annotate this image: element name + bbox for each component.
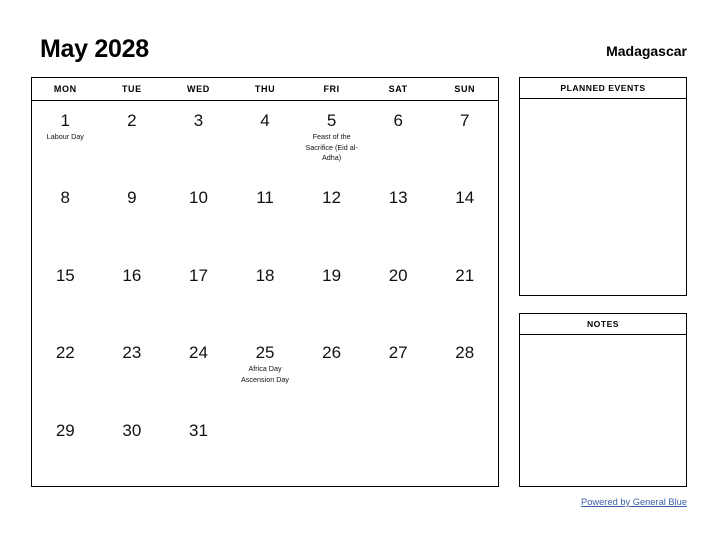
day-cell-12[interactable]: 12 <box>298 178 365 255</box>
planned-events-panel: PLANNED EVENTS <box>519 77 687 296</box>
day-cell-24[interactable]: 24 <box>165 333 232 410</box>
day-number: 20 <box>388 265 408 285</box>
weekday-header-row: MON TUE WED THU FRI SAT SUN <box>32 78 498 101</box>
day-number: 21 <box>455 265 475 285</box>
day-cell-31[interactable]: 31 <box>165 411 232 488</box>
day-cell-27[interactable]: 27 <box>365 333 432 410</box>
day-number: 18 <box>255 265 275 285</box>
day-cell-7[interactable]: 7 <box>431 101 498 178</box>
day-cell-14[interactable]: 14 <box>431 178 498 255</box>
day-number: 23 <box>122 343 142 363</box>
notes-body[interactable] <box>520 335 686 486</box>
day-number: 4 <box>260 111 270 130</box>
day-cell-19[interactable]: 19 <box>298 256 365 333</box>
day-number: 26 <box>322 343 342 363</box>
day-number: 10 <box>188 188 208 208</box>
day-number: 5 <box>326 111 337 130</box>
day-number: 14 <box>455 188 475 208</box>
weekday-header-sat: SAT <box>388 84 408 94</box>
day-cell-11[interactable]: 11 <box>232 178 299 255</box>
day-number: 3 <box>193 111 204 130</box>
day-cell-empty <box>431 411 498 488</box>
calendar-week-row: 8 9 10 11 12 13 14 <box>32 178 498 255</box>
powered-by-link[interactable]: Powered by General Blue <box>581 496 687 508</box>
day-events: Africa Day Ascension Day <box>232 364 299 385</box>
day-cell-5[interactable]: 5 Feast of the Sacrifice (Eid al-Adha) <box>298 101 365 178</box>
day-cell-13[interactable]: 13 <box>365 178 432 255</box>
day-cell-3[interactable]: 3 <box>165 101 232 178</box>
day-number: 16 <box>122 265 142 285</box>
day-events: Labour Day <box>32 132 99 143</box>
day-number: 9 <box>127 188 137 208</box>
weekday-header-tue: TUE <box>121 84 142 94</box>
day-cell-18[interactable]: 18 <box>232 256 299 333</box>
planned-events-body[interactable] <box>520 99 686 295</box>
weekday-header-sun: SUN <box>454 84 476 94</box>
holiday-label: Feast of the Sacrifice (Eid al-Adha) <box>305 132 358 162</box>
day-cell-empty <box>365 411 432 488</box>
weekday-header-thu: THU <box>254 84 276 94</box>
day-number: 7 <box>460 111 470 130</box>
day-cell-26[interactable]: 26 <box>298 333 365 410</box>
day-number: 29 <box>55 420 75 440</box>
day-cell-1[interactable]: 1 Labour Day <box>32 101 99 178</box>
notes-title: NOTES <box>520 314 686 335</box>
calendar-week-row: 29 30 31 <box>32 411 498 488</box>
day-number: 25 <box>255 343 275 363</box>
day-number: 6 <box>393 111 403 130</box>
holiday-label: Africa Day <box>248 364 282 374</box>
day-cell-30[interactable]: 30 <box>99 411 166 488</box>
day-number: 15 <box>55 265 75 285</box>
day-cell-23[interactable]: 23 <box>99 333 166 410</box>
notes-panel: NOTES <box>519 313 687 487</box>
day-number: 8 <box>60 188 71 208</box>
day-number: 27 <box>388 343 408 363</box>
page-title: May 2028 <box>40 35 149 63</box>
day-cell-22[interactable]: 22 <box>32 333 99 410</box>
day-number: 11 <box>256 188 274 208</box>
day-cell-21[interactable]: 21 <box>431 256 498 333</box>
day-cell-16[interactable]: 16 <box>99 256 166 333</box>
day-number: 1 <box>60 111 71 130</box>
day-cell-29[interactable]: 29 <box>32 411 99 488</box>
day-cell-25[interactable]: 25 Africa Day Ascension Day <box>232 333 299 410</box>
day-cell-8[interactable]: 8 <box>32 178 99 255</box>
day-number: 2 <box>127 111 137 130</box>
day-cell-28[interactable]: 28 <box>431 333 498 410</box>
weekday-header-wed: WED <box>187 84 210 94</box>
calendar-grid: MON TUE WED THU FRI SAT SUN 1 Labour Day 2 3 4 5 Fea… <box>31 77 499 487</box>
calendar-page: May 2028 Madagascar MON TUE WED THU FRI SAT SU… <box>0 0 712 550</box>
day-number: 28 <box>455 343 475 363</box>
day-cell-empty <box>298 411 365 488</box>
day-number: 22 <box>55 343 75 363</box>
day-cell-10[interactable]: 10 <box>165 178 232 255</box>
day-number: 17 <box>188 265 208 285</box>
day-number: 31 <box>188 420 208 440</box>
holiday-label: Ascension Day <box>241 374 289 384</box>
day-number: 13 <box>388 188 408 208</box>
calendar-weeks: 1 Labour Day 2 3 4 5 Feast of the Sacrifice (E… <box>32 101 498 488</box>
holiday-label: Labour Day <box>46 132 84 141</box>
day-cell-9[interactable]: 9 <box>99 178 166 255</box>
day-number: 24 <box>188 343 208 363</box>
calendar-week-row: 1 Labour Day 2 3 4 5 Feast of the Sacrifice (E… <box>32 101 498 178</box>
day-number: 19 <box>322 265 342 285</box>
day-cell-15[interactable]: 15 <box>32 256 99 333</box>
weekday-header-fri: FRI <box>323 84 340 94</box>
day-number: 12 <box>322 188 342 208</box>
day-cell-6[interactable]: 6 <box>365 101 432 178</box>
day-cell-empty <box>232 411 299 488</box>
day-cell-17[interactable]: 17 <box>165 256 232 333</box>
day-events: Feast of the Sacrifice (Eid al-Adha) <box>298 132 365 164</box>
planned-events-title: PLANNED EVENTS <box>520 78 686 99</box>
day-number: 30 <box>122 420 142 440</box>
day-cell-4[interactable]: 4 <box>232 101 299 178</box>
calendar-week-row: 15 16 17 18 19 20 21 <box>32 256 498 333</box>
day-cell-20[interactable]: 20 <box>365 256 432 333</box>
day-cell-2[interactable]: 2 <box>99 101 166 178</box>
weekday-header-mon: MON <box>53 84 77 94</box>
calendar-week-row: 22 23 24 25 Africa Day Ascension Day 26 27 28 <box>32 333 498 410</box>
country-label: Madagascar <box>606 43 687 59</box>
